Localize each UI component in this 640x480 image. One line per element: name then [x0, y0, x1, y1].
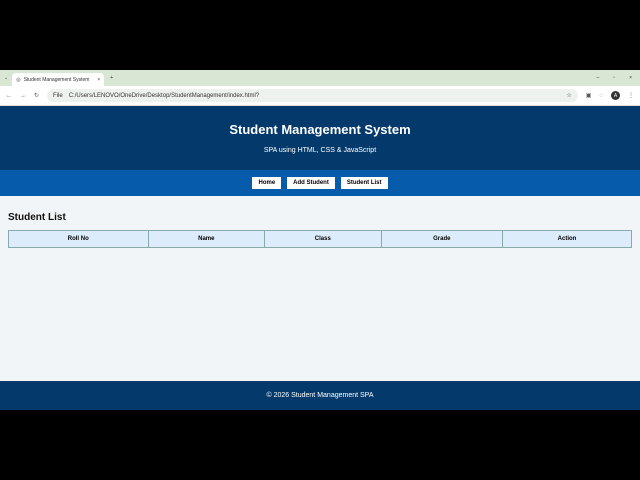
- puzzle-icon[interactable]: ◌: [599, 93, 603, 99]
- column-header-name: Name: [147, 230, 266, 248]
- column-header-class: Class: [264, 230, 382, 248]
- browser-tab[interactable]: ◎ Student Management System ×: [12, 73, 105, 86]
- tab-title: Student Management System: [23, 76, 90, 83]
- student-list-button[interactable]: Student List: [340, 177, 388, 189]
- tab-bar: ⌄ ◎ Student Management System × + – ▫ ×: [0, 70, 640, 86]
- column-header-roll-no: Roll No: [8, 230, 149, 248]
- address-bar[interactable]: File C:/Users/LENOVO/OneDrive/Desktop/Stu…: [47, 89, 578, 102]
- site-subtitle: SPA using HTML, CSS & JavaScript: [263, 147, 377, 154]
- column-header-grade: Grade: [380, 230, 504, 248]
- forward-icon[interactable]: →: [20, 93, 26, 99]
- url-text: C:/Users/LENOVO/OneDrive/Desktop/Student…: [68, 92, 260, 99]
- home-button[interactable]: Home: [252, 177, 282, 189]
- site-info[interactable]: File: [53, 93, 63, 99]
- address-bar-row: ← → ↻ File C:/Users/LENOVO/OneDrive/Deskt…: [0, 86, 640, 106]
- nav-bar: Home Add Student Student List: [0, 170, 640, 196]
- student-table: Roll No Name Class Grade Action: [8, 230, 632, 248]
- browser-window: ⌄ ◎ Student Management System × + – ▫ × ← …: [0, 70, 640, 410]
- back-icon[interactable]: ←: [6, 93, 12, 99]
- minimize-icon[interactable]: –: [597, 75, 600, 81]
- column-header-action: Action: [502, 230, 632, 248]
- new-tab-icon[interactable]: +: [110, 75, 113, 81]
- site-footer: © 2026 Student Management SPA: [0, 381, 640, 410]
- add-student-button[interactable]: Add Student: [287, 177, 335, 189]
- profile-avatar[interactable]: A: [611, 91, 620, 100]
- site-title: Student Management System: [229, 122, 411, 137]
- bookmark-star-icon[interactable]: ☆: [566, 92, 571, 99]
- close-tab-icon[interactable]: ×: [97, 77, 100, 83]
- tab-search-icon[interactable]: ⌄: [4, 75, 8, 81]
- extension-icon[interactable]: ▣: [586, 92, 592, 99]
- menu-icon[interactable]: ⋮: [628, 92, 634, 99]
- section-title: Student List: [8, 212, 66, 223]
- site-header: Student Management System SPA using HTML…: [0, 106, 640, 170]
- close-window-icon[interactable]: ×: [629, 75, 632, 81]
- globe-icon: ◎: [16, 76, 21, 83]
- maximize-icon[interactable]: ▫: [613, 75, 615, 81]
- reload-icon[interactable]: ↻: [34, 92, 39, 99]
